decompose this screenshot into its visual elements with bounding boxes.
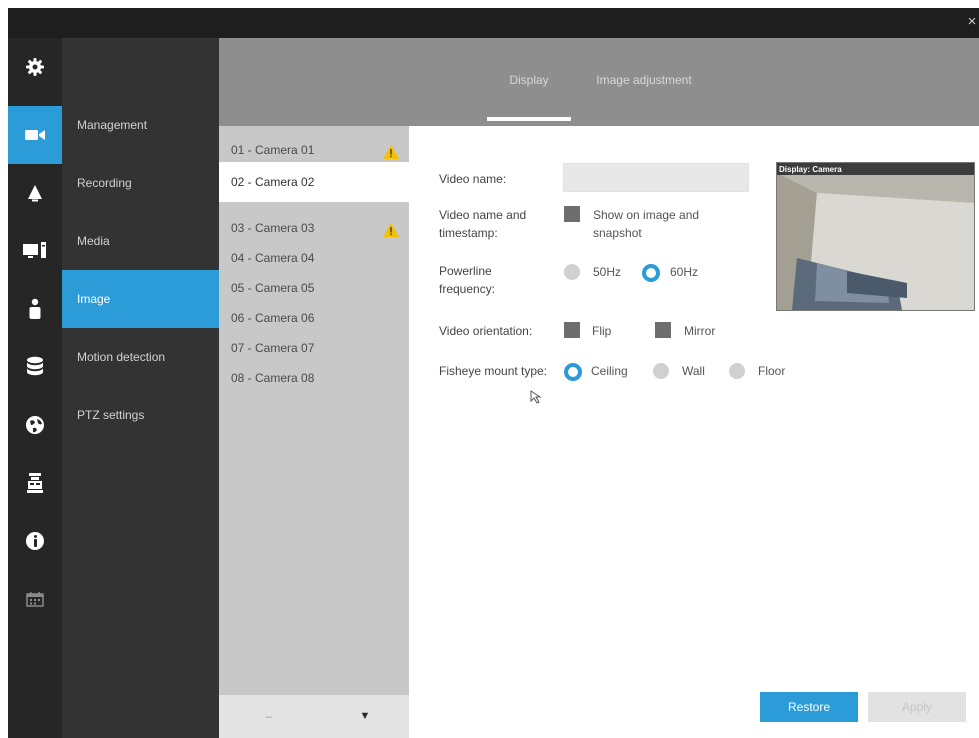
camera-list-item-07[interactable]: 07 - Camera 07 xyxy=(219,330,409,360)
powerline-60hz-radio[interactable] xyxy=(642,264,660,282)
rail-item-system[interactable] xyxy=(8,454,62,512)
rail-item-info[interactable] xyxy=(8,512,62,570)
window-titlebar: × xyxy=(8,8,979,38)
show-on-image-checkbox[interactable] xyxy=(564,206,580,222)
page-down-icon[interactable]: ▼ xyxy=(355,707,375,725)
camera-label: 05 - Camera 05 xyxy=(231,281,315,295)
fisheye-wall-label: Wall xyxy=(682,364,705,378)
alarm-bell-icon xyxy=(28,185,42,202)
restore-button[interactable]: Restore xyxy=(760,692,858,722)
rail-item-camera[interactable] xyxy=(8,106,62,164)
mirror-label: Mirror xyxy=(684,324,716,338)
apply-button[interactable]: Apply xyxy=(868,692,966,722)
powerline-label-line2: frequency: xyxy=(439,282,496,296)
camera-label: 06 - Camera 06 xyxy=(231,311,315,325)
network-globe-icon xyxy=(26,416,44,434)
close-icon[interactable]: × xyxy=(965,8,979,38)
info-icon xyxy=(26,532,44,550)
camera-preview: Display: Camera xyxy=(776,162,975,311)
show-on-image-text-line1: Show on image and xyxy=(593,208,700,222)
name-timestamp-label-line1: Video name and xyxy=(439,208,527,222)
fisheye-floor-radio[interactable] xyxy=(729,363,745,379)
fisheye-wall-radio[interactable] xyxy=(653,363,669,379)
calendar-icon xyxy=(26,592,44,607)
fisheye-mount-label: Fisheye mount type: xyxy=(439,364,548,378)
rail-item-settings[interactable] xyxy=(8,38,62,96)
video-name-input[interactable] xyxy=(563,163,749,192)
camera-list-pager: – ▼ xyxy=(219,695,409,738)
menu-item-recording[interactable]: Recording xyxy=(62,154,219,212)
preview-overlay-text: Display: Camera xyxy=(779,165,842,174)
video-orientation-label: Video orientation: xyxy=(439,324,533,338)
fisheye-floor-label: Floor xyxy=(758,364,786,378)
rail-item-schedule[interactable] xyxy=(8,570,62,628)
camera-label: 07 - Camera 07 xyxy=(231,341,315,355)
warning-icon xyxy=(383,223,399,237)
camera-label: 02 - Camera 02 xyxy=(231,175,315,189)
camera-label: 08 - Camera 08 xyxy=(231,371,315,385)
menu-item-media[interactable]: Media xyxy=(62,212,219,270)
menu-item-ptz-settings[interactable]: PTZ settings xyxy=(62,386,219,444)
camera-icon xyxy=(25,130,45,140)
mouse-pointer-icon xyxy=(530,390,542,404)
name-timestamp-label: Video name and timestamp: xyxy=(439,206,526,242)
rail-item-users[interactable] xyxy=(8,280,62,338)
page-up-icon[interactable]: – xyxy=(259,707,279,725)
fisheye-ceiling-radio[interactable] xyxy=(564,363,582,381)
fisheye-ceiling-label: Ceiling xyxy=(591,364,628,378)
monitor-icon xyxy=(23,242,46,258)
camera-list-item-02[interactable]: 02 - Camera 02 xyxy=(219,162,409,202)
user-icon xyxy=(29,298,41,319)
video-name-label: Video name: xyxy=(439,172,507,186)
camera-label: 04 - Camera 04 xyxy=(231,251,315,265)
camera-label: 03 - Camera 03 xyxy=(231,221,315,235)
powerline-50hz-radio[interactable] xyxy=(564,264,580,280)
camera-label: 01 - Camera 01 xyxy=(231,143,315,157)
tab-bar: Display Image adjustment xyxy=(219,38,979,126)
menu-item-management[interactable]: Management xyxy=(62,96,219,154)
camera-list-item-03[interactable]: 03 - Camera 03 xyxy=(219,210,409,240)
storage-database-icon xyxy=(27,356,43,376)
powerline-label: Powerline frequency: xyxy=(439,262,495,298)
rail-item-display[interactable] xyxy=(8,222,62,280)
settings-menu: Management Recording Media Image Motion … xyxy=(62,38,219,738)
camera-list-item-05[interactable]: 05 - Camera 05 xyxy=(219,270,409,300)
gear-icon xyxy=(26,58,44,76)
warning-icon xyxy=(383,145,399,159)
rail-item-storage[interactable] xyxy=(8,338,62,396)
camera-list-item-06[interactable]: 06 - Camera 06 xyxy=(219,300,409,330)
menu-item-motion-detection[interactable]: Motion detection xyxy=(62,328,219,386)
icon-rail xyxy=(8,38,62,738)
powerline-60hz-label: 60Hz xyxy=(670,265,699,279)
rail-item-alarm[interactable] xyxy=(8,164,62,222)
show-on-image-option: Show on image and snapshot xyxy=(593,206,699,242)
system-icon xyxy=(27,473,43,493)
tab-image-adjustment[interactable]: Image adjustment xyxy=(579,38,709,126)
camera-list-item-01[interactable]: 01 - Camera 01 xyxy=(219,132,409,162)
flip-label: Flip xyxy=(592,324,612,338)
camera-list-item-08[interactable]: 08 - Camera 08 xyxy=(219,360,409,390)
camera-list: 01 - Camera 01 02 - Camera 02 03 - Camer… xyxy=(219,126,409,695)
flip-checkbox[interactable] xyxy=(564,322,580,338)
rail-item-network[interactable] xyxy=(8,396,62,454)
active-tab-indicator xyxy=(487,117,571,121)
menu-item-image[interactable]: Image xyxy=(62,270,219,328)
camera-preview-image xyxy=(777,163,974,310)
tab-display[interactable]: Display xyxy=(487,38,571,126)
name-timestamp-label-line2: timestamp: xyxy=(439,226,498,240)
camera-list-item-04[interactable]: 04 - Camera 04 xyxy=(219,240,409,270)
mirror-checkbox[interactable] xyxy=(655,322,671,338)
powerline-label-line1: Powerline xyxy=(439,264,492,278)
powerline-50hz-label: 50Hz xyxy=(593,265,622,279)
show-on-image-text-line2: snapshot xyxy=(593,226,642,240)
